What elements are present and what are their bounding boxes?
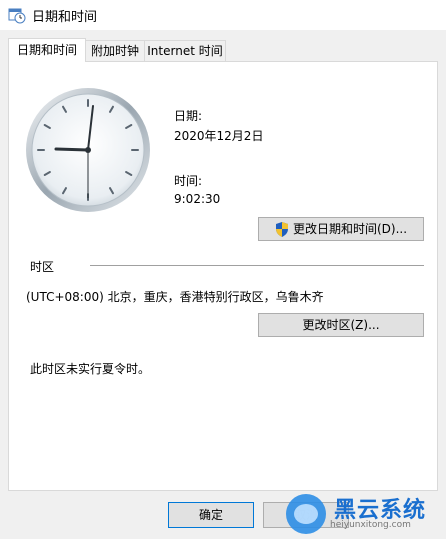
timezone-divider [90, 265, 424, 266]
time-label: 时间: [174, 174, 203, 188]
timezone-value: (UTC+08:00) 北京，重庆，香港特别行政区，乌鲁木齐 [26, 290, 324, 304]
clock-hour-hand [54, 147, 90, 152]
change-date-time-label: 更改日期和时间(D)... [292, 222, 408, 236]
watermark-logo: 黑云系统 heiyunxitong.com [282, 490, 446, 539]
time-value: 9:02:30 [174, 192, 221, 206]
tab-additional-clocks[interactable]: 附加时钟 [85, 40, 145, 61]
timezone-section-label: 时区 [30, 260, 55, 274]
change-timezone-button[interactable]: 更改时区(Z)... [258, 313, 424, 337]
date-time-app-icon [8, 8, 26, 24]
watermark-url: heiyunxitong.com [330, 520, 411, 530]
date-value: 2020年12月2日 [174, 129, 264, 143]
date-label: 日期: [174, 109, 203, 123]
window-title: 日期和时间 [32, 10, 98, 25]
ok-button[interactable]: 确定 [168, 502, 254, 528]
tab-date-time[interactable]: 日期和时间 [8, 38, 86, 62]
title-bar: 日期和时间 [0, 0, 446, 30]
analog-clock [26, 88, 150, 212]
uac-shield-icon [275, 222, 288, 237]
change-date-time-button[interactable]: 更改日期和时间(D)... [258, 217, 424, 241]
tab-internet-time[interactable]: Internet 时间 [144, 40, 226, 61]
dst-note: 此时区未实行夏令时。 [30, 362, 151, 376]
